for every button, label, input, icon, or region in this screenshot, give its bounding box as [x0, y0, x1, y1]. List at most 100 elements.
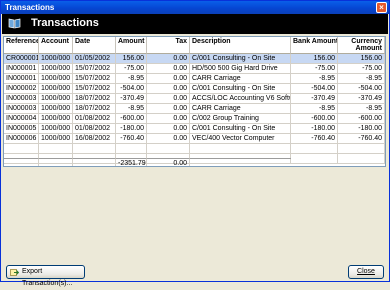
cell-date: 01/08/2002 — [73, 114, 116, 124]
table-row[interactable]: IN000006 1000/000 16/08/2002 -760.40 0.00 VEC… — [4, 134, 385, 144]
column-header-tax[interactable]: Tax — [147, 37, 190, 54]
table-row[interactable]: IN000003 1000/000 18/07/2002 -8.95 0.00 CARR … — [4, 104, 385, 114]
cell-amount: -8.95 — [116, 104, 147, 114]
cell-tax: 0.00 — [147, 94, 190, 104]
cell-account: 1000/000 — [39, 74, 73, 84]
cell-description: C/001 Consulting - On Site — [190, 54, 291, 64]
cell-amount: -180.00 — [116, 124, 147, 134]
cell-reference: IN000003 — [4, 94, 39, 104]
cell-reference: IN000002 — [4, 84, 39, 94]
table-row[interactable]: IN000004 1000/000 01/08/2002 -600.00 0.00 C/0… — [4, 114, 385, 124]
cell-account: 1000/000 — [39, 94, 73, 104]
cell-description: C/001 Consulting - On Site — [190, 124, 291, 134]
cell-date: 15/07/2002 — [73, 84, 116, 94]
column-header-currency-amount[interactable]: Currency Amount — [338, 37, 385, 54]
column-header-bank-amount[interactable]: Bank Amount — [291, 37, 338, 54]
page-title: Transactions — [31, 17, 99, 29]
export-button-label: Export Transaction(s)... — [22, 268, 73, 287]
close-button[interactable]: Close — [348, 265, 384, 279]
cell-amount: -600.00 — [116, 114, 147, 124]
cell-account: 1000/000 — [39, 134, 73, 144]
window-title: Transactions — [5, 3, 55, 12]
page-header: Transactions — [2, 14, 388, 34]
cell-date: 15/07/2002 — [73, 74, 116, 84]
cell-date: 18/07/2002 — [73, 94, 116, 104]
table-row[interactable]: IN000001 1000/000 15/07/2002 -8.95 0.00 CARR … — [4, 74, 385, 84]
cell-reference: IN000003 — [4, 104, 39, 114]
cell-bank-amount: -760.40 — [291, 134, 338, 144]
cell-tax: 0.00 — [147, 114, 190, 124]
cell-currency-amount: -8.95 — [338, 74, 385, 84]
cell-description: CARR Carriage — [190, 74, 291, 84]
table-row[interactable]: IN000001 1000/000 15/07/2002 -75.00 0.00 HD/5… — [4, 64, 385, 74]
cell-currency-amount: -760.40 — [338, 134, 385, 144]
cell-account: 1000/000 — [39, 124, 73, 134]
cell-tax: 0.00 — [147, 124, 190, 134]
column-header-date[interactable]: Date — [73, 37, 116, 54]
column-header-reference[interactable]: Reference — [4, 37, 39, 54]
cell-reference: IN000004 — [4, 114, 39, 124]
cell-bank-amount: -75.00 — [291, 64, 338, 74]
cell-bank-amount: -370.49 — [291, 94, 338, 104]
cell-description: C/002 Group Training — [190, 114, 291, 124]
book-icon — [8, 18, 21, 29]
cell-bank-amount: -180.00 — [291, 124, 338, 134]
cell-amount: -760.40 — [116, 134, 147, 144]
cell-bank-amount: -504.00 — [291, 84, 338, 94]
cell-tax: 0.00 — [147, 74, 190, 84]
cell-currency-amount: -8.95 — [338, 104, 385, 114]
column-header-description[interactable]: Description — [190, 37, 291, 54]
table-header-row: Reference Account Date Amount Tax Descri… — [4, 37, 385, 54]
transactions-table[interactable]: Reference Account Date Amount Tax Descri… — [3, 36, 386, 167]
empty-row — [4, 144, 385, 154]
cell-bank-amount: -8.95 — [291, 74, 338, 84]
column-header-amount[interactable]: Amount — [116, 37, 147, 54]
cell-bank-amount: -600.00 — [291, 114, 338, 124]
export-transactions-button[interactable]: Export Transaction(s)... — [6, 265, 85, 287]
cell-description: CARR Carriage — [190, 104, 291, 114]
cell-date: 16/08/2002 — [73, 134, 116, 144]
cell-reference: IN000005 — [4, 124, 39, 134]
cell-account: 1000/000 — [39, 114, 73, 124]
cell-account: 1000/000 — [39, 104, 73, 114]
title-bar[interactable]: Transactions × — [1, 1, 389, 14]
cell-currency-amount: -75.00 — [338, 64, 385, 74]
total-tax: 0.00 — [147, 158, 190, 166]
transactions-window: Transactions × Transactions Reference Ac… — [0, 0, 390, 287]
table-row[interactable]: IN000002 1000/000 15/07/2002 -504.00 0.00 C/0… — [4, 84, 385, 94]
cell-tax: 0.00 — [147, 104, 190, 114]
cell-tax: 0.00 — [147, 134, 190, 144]
cell-account: 1000/000 — [39, 84, 73, 94]
cell-account: 1000/000 — [39, 54, 73, 64]
cell-bank-amount: -8.95 — [291, 104, 338, 114]
window-close-button[interactable]: × — [376, 2, 387, 13]
table-row[interactable]: IN000003 1000/000 18/07/2002 -370.49 0.00 ACC… — [4, 94, 385, 104]
cell-date: 01/08/2002 — [73, 124, 116, 134]
cell-amount: -370.49 — [116, 94, 147, 104]
cell-currency-amount: -504.00 — [338, 84, 385, 94]
cell-reference: IN000001 — [4, 74, 39, 84]
table-row[interactable]: CR000001 1000/000 01/05/2002 156.00 0.00 C/00… — [4, 54, 385, 64]
cell-reference: IN000001 — [4, 64, 39, 74]
cell-tax: 0.00 — [147, 84, 190, 94]
cell-description: VEC/400 Vector Computer — [190, 134, 291, 144]
column-header-account[interactable]: Account — [39, 37, 73, 54]
totals-row: -2351.79 0.00 — [4, 158, 385, 166]
cell-reference: CR000001 — [4, 54, 39, 64]
cell-tax: 0.00 — [147, 64, 190, 74]
cell-date: 18/07/2002 — [73, 104, 116, 114]
cell-currency-amount: -600.00 — [338, 114, 385, 124]
cell-currency-amount: 156.00 — [338, 54, 385, 64]
cell-date: 01/05/2002 — [73, 54, 116, 64]
cell-currency-amount: -180.00 — [338, 124, 385, 134]
cell-currency-amount: -370.49 — [338, 94, 385, 104]
cell-description: HD/500 500 Gig Hard Drive — [190, 64, 291, 74]
export-icon — [10, 269, 19, 276]
cell-amount: -8.95 — [116, 74, 147, 84]
cell-amount: 156.00 — [116, 54, 147, 64]
cell-date: 15/07/2002 — [73, 64, 116, 74]
cell-bank-amount: 156.00 — [291, 54, 338, 64]
cell-account: 1000/000 — [39, 64, 73, 74]
cell-description: ACCS/LOC Accounting V6 Software — [190, 94, 291, 104]
table-row[interactable]: IN000005 1000/000 01/08/2002 -180.00 0.00 C/0… — [4, 124, 385, 134]
